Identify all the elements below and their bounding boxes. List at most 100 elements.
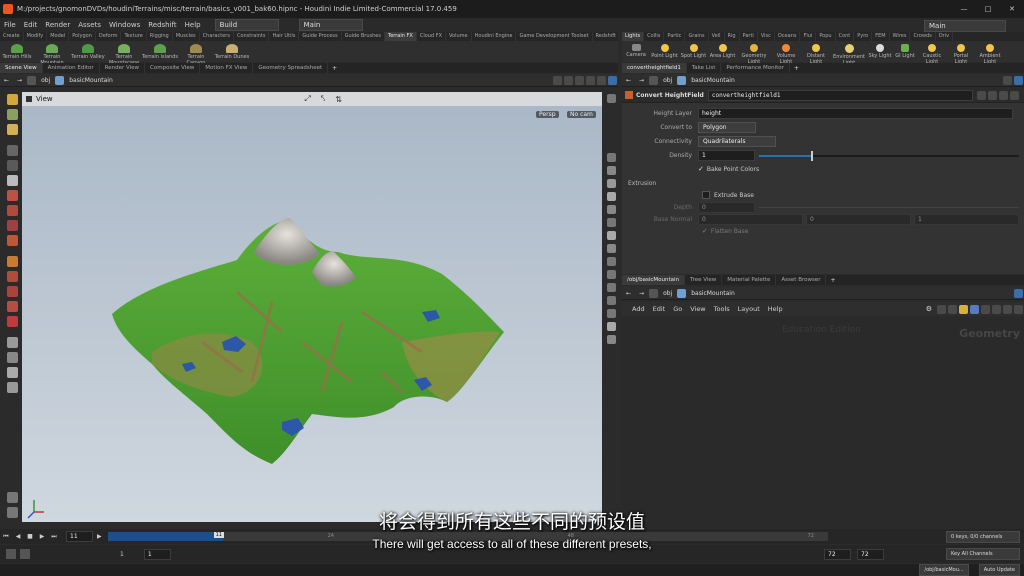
shelf-tab-constraints[interactable]: Constraints xyxy=(234,32,270,41)
minimize-button[interactable]: — xyxy=(952,5,976,13)
network-menu-help[interactable]: Help xyxy=(764,305,787,313)
shelf-tab-collisions[interactable]: Collis xyxy=(644,32,665,41)
shelf-tab-particles[interactable]: Partic xyxy=(664,32,686,41)
network-grid-icon[interactable] xyxy=(937,304,946,314)
param-help-icon[interactable] xyxy=(1014,75,1023,85)
edit-tool-icon[interactable] xyxy=(6,301,18,312)
shelf-tab-texture[interactable]: Texture xyxy=(121,32,147,41)
sky-light-tool[interactable]: Sky Light xyxy=(867,41,893,59)
lock-icon[interactable] xyxy=(6,175,18,186)
shelf-tab-particle-fluids[interactable]: Parti xyxy=(740,32,758,41)
base-normal-x[interactable]: 0 xyxy=(698,213,803,225)
shelf-tab-viscous[interactable]: Visc xyxy=(758,32,775,41)
caustic-light-tool[interactable]: Caustic Light xyxy=(917,41,947,65)
density-slider[interactable] xyxy=(759,150,1019,161)
reset-icon[interactable] xyxy=(998,90,1008,100)
param-pin-icon[interactable] xyxy=(1003,75,1012,85)
shelf-tab-model[interactable]: Model xyxy=(47,32,70,41)
loop-tool-icon[interactable] xyxy=(6,271,18,282)
terrain-hills-tool[interactable]: Terrain Hills xyxy=(0,41,34,60)
ambient-light-tool[interactable]: Ambient Light xyxy=(975,41,1005,65)
portal-light-tool[interactable]: Portal Light xyxy=(947,41,975,65)
snap-tool-icon[interactable] xyxy=(6,256,18,267)
shelf-tab-houdini-engine[interactable]: Houdini Engine xyxy=(472,32,517,41)
help-param-icon[interactable] xyxy=(987,90,997,100)
network-back-icon[interactable]: ← xyxy=(622,290,635,297)
network-menu-view[interactable]: View xyxy=(686,305,709,313)
param-forward-icon[interactable]: → xyxy=(635,77,648,84)
menu-help[interactable]: Help xyxy=(181,21,205,29)
brush-tool-icon[interactable] xyxy=(6,205,18,216)
tab-scene-view[interactable]: Scene View xyxy=(0,63,43,73)
add-param-tab-button[interactable]: + xyxy=(790,65,803,72)
maximize-button[interactable]: □ xyxy=(976,5,1000,13)
forward-icon[interactable]: → xyxy=(13,77,26,84)
view-maximize-icon[interactable] xyxy=(597,75,606,85)
flipbook-icon[interactable] xyxy=(6,382,18,393)
network-info-icon[interactable] xyxy=(1014,304,1023,314)
render-region-icon[interactable] xyxy=(6,352,18,363)
link-icon[interactable] xyxy=(564,75,573,85)
pin-icon[interactable] xyxy=(553,75,562,85)
camera-tool-icon[interactable] xyxy=(6,337,18,348)
shelf-tab-crowds[interactable]: Crowds xyxy=(910,32,936,41)
desktop-dropdown[interactable]: Build xyxy=(214,19,279,31)
bake-point-colors-checkbox[interactable]: ✓ xyxy=(698,165,704,173)
point-light-tool[interactable]: Point Light xyxy=(650,41,679,59)
shelf-tab-game-dev[interactable]: Game Development Toolset xyxy=(516,32,593,41)
tab-render-view[interactable]: Render View xyxy=(100,63,146,73)
menu-render[interactable]: Render xyxy=(41,21,74,29)
move-tool-icon[interactable] xyxy=(6,109,18,120)
network-layout-icon[interactable] xyxy=(992,304,1001,314)
tab-animation-editor[interactable]: Animation Editor xyxy=(43,63,100,73)
light-icon[interactable] xyxy=(606,179,616,188)
network-shape-icon[interactable] xyxy=(981,304,990,314)
spot-light-tool[interactable]: Spot Light xyxy=(679,41,708,59)
add-tab-button[interactable]: + xyxy=(328,65,341,72)
scene-viewport[interactable]: View ⤢ ⤣ ⇅ Persp No cam xyxy=(22,92,602,522)
shelf-tab-deform[interactable]: Deform xyxy=(96,32,122,41)
depth-field[interactable]: 0 xyxy=(698,201,755,213)
close-button[interactable]: ✕ xyxy=(1000,5,1024,13)
shelf-tab-rigid[interactable]: Rig xyxy=(725,32,740,41)
shelf-tab-fluids[interactable]: Flui xyxy=(800,32,817,41)
point-display-icon[interactable] xyxy=(606,244,616,253)
snapshot-icon[interactable] xyxy=(586,75,595,85)
menu-edit[interactable]: Edit xyxy=(20,21,42,29)
camera-tool[interactable]: Camera xyxy=(622,41,650,58)
tab-take-list[interactable]: Take List xyxy=(687,63,722,73)
shelf-tab-pyro[interactable]: Pyro xyxy=(854,32,873,41)
magnet-icon[interactable] xyxy=(6,316,18,327)
paint-tool-icon[interactable] xyxy=(6,235,18,246)
terrain-islands-tool[interactable]: Terrain Islands xyxy=(142,41,178,60)
network-menu-add[interactable]: Add xyxy=(628,305,649,313)
base-normal-y[interactable]: 0 xyxy=(806,213,911,225)
param-path-node[interactable]: basicMountain xyxy=(687,77,739,84)
add-network-tab-button[interactable]: + xyxy=(826,277,839,284)
menu-file[interactable]: File xyxy=(0,21,20,29)
param-path-obj[interactable]: obj xyxy=(659,77,676,84)
auto-update-dropdown[interactable]: Auto Update xyxy=(978,564,1020,576)
tab-composite-view[interactable]: Composite View xyxy=(145,63,201,73)
menu-assets[interactable]: Assets xyxy=(74,21,105,29)
shelf-tab-vellum[interactable]: Vell xyxy=(709,32,725,41)
network-forward-icon[interactable]: → xyxy=(635,290,648,297)
shelf-tab-populate[interactable]: Popu xyxy=(816,32,836,41)
network-editor[interactable]: Education Edition Geometry xyxy=(622,317,1024,529)
network-path-node[interactable]: basicMountain xyxy=(687,290,739,297)
shelf-tab-polygon[interactable]: Polygon xyxy=(69,32,96,41)
shelf-tab-cloud-fx[interactable]: Cloud FX xyxy=(417,32,447,41)
shelf-tab-grains[interactable]: Grains xyxy=(685,32,709,41)
prim-numbers-icon[interactable] xyxy=(606,283,616,292)
normals-icon[interactable] xyxy=(606,257,616,266)
menu-redshift[interactable]: Redshift xyxy=(144,21,180,29)
extrude-base-checkbox[interactable] xyxy=(702,191,710,199)
menu-windows[interactable]: Windows xyxy=(105,21,144,29)
point-numbers-icon[interactable] xyxy=(606,270,616,279)
main-dropdown[interactable]: Main xyxy=(298,19,363,31)
right-main-dropdown[interactable]: Main xyxy=(924,20,1006,32)
settings-icon[interactable] xyxy=(6,492,18,503)
shelf-tab-terrain-fx[interactable]: Terrain FX xyxy=(385,32,417,41)
handle-tool-icon[interactable] xyxy=(6,190,18,201)
network-list-icon[interactable] xyxy=(948,304,957,314)
